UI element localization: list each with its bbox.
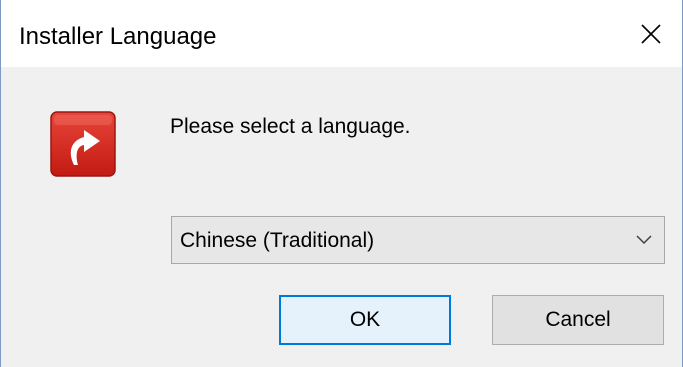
installer-language-dialog: Installer Language Please select a langu… — [0, 0, 683, 367]
prompt-text: Please select a language. — [170, 115, 411, 138]
chevron-down-icon — [636, 235, 652, 245]
cancel-button[interactable]: Cancel — [492, 295, 664, 345]
close-icon — [641, 23, 661, 44]
close-button[interactable] — [620, 0, 682, 67]
installer-arrow-icon — [50, 111, 116, 177]
language-select-value: Chinese (Traditional) — [180, 229, 375, 252]
language-select[interactable]: Chinese (Traditional) — [171, 216, 665, 264]
window-title: Installer Language — [19, 23, 217, 50]
dialog-body: Please select a language. Chinese (Tradi… — [1, 67, 682, 367]
ok-button[interactable]: OK — [279, 295, 451, 345]
title-bar[interactable]: Installer Language — [1, 0, 682, 67]
